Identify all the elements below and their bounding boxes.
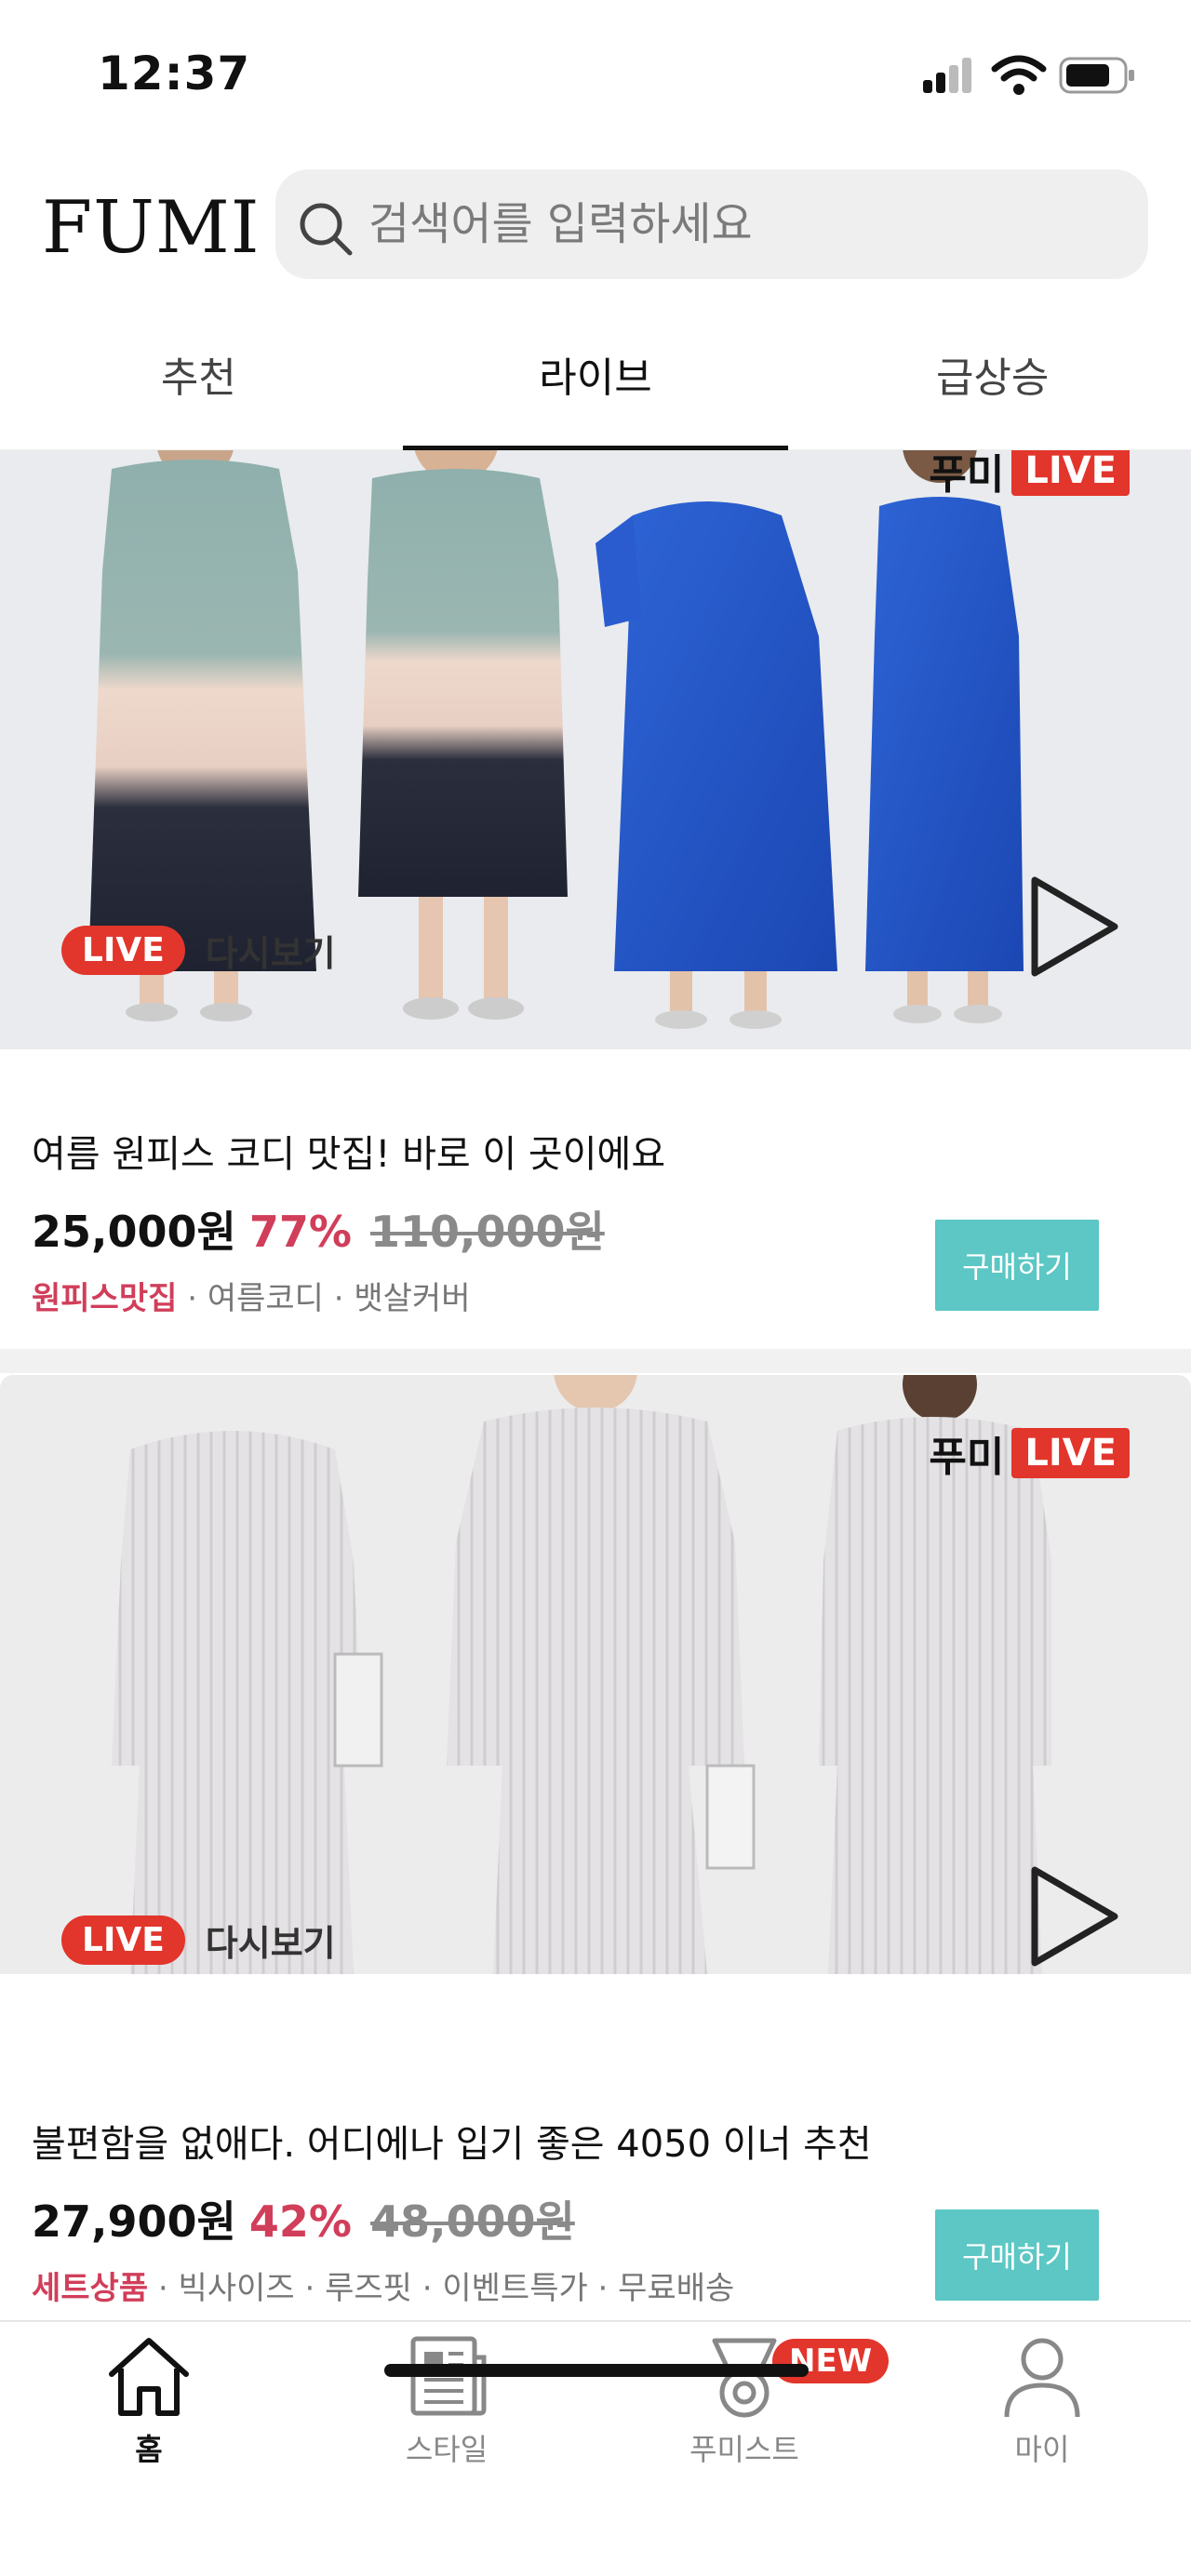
replay-text: 다시보기 xyxy=(205,933,336,974)
nav-label: 마이 xyxy=(1014,2432,1070,2467)
bottom-nav: 홈 스타일 푸미스트 NEW 마이 xyxy=(0,2320,1191,2576)
search-icon xyxy=(300,203,353,256)
wifi-icon xyxy=(991,55,1047,95)
replay-label: LIVE 다시보기 xyxy=(61,1915,336,1966)
search-input[interactable] xyxy=(368,169,1113,279)
live-thumbnail-pleated-set[interactable]: 푸미 LIVE LIVE 다시보기 xyxy=(0,1375,1191,1974)
sale-price: 27,900원 xyxy=(32,2196,236,2247)
nav-label: 스타일 xyxy=(405,2432,488,2467)
discount-rate: 77% xyxy=(248,1207,352,1257)
home-indicator xyxy=(384,2364,809,2377)
play-icon[interactable] xyxy=(1024,1861,1126,1972)
original-price: 110,000원 xyxy=(369,1207,605,1257)
tags-row: 원피스맛집 · 여름코디 · 뱃살커버 xyxy=(32,1273,471,1318)
buy-button[interactable]: 구매하기 xyxy=(935,1220,1099,1311)
replay-text: 다시보기 xyxy=(205,1923,336,1964)
price-row: 27,900원 42% 48,000원 xyxy=(32,2188,575,2249)
person-icon xyxy=(1004,2338,1080,2418)
fumi-logo[interactable]: FUMI xyxy=(42,186,261,270)
product-title[interactable]: 여름 원피스 코디 맛집! 바로 이 곳이에요 xyxy=(32,1124,665,1178)
live-thumbnail-dresses[interactable]: 푸미 LIVE LIVE 다시보기 xyxy=(0,450,1191,1049)
nav-my[interactable]: 마이 xyxy=(949,2331,1135,2480)
replay-live-pill: LIVE xyxy=(61,926,185,975)
tag-main: 원피스맛집 xyxy=(32,1280,178,1317)
product-card-2[interactable]: 불편함을 없애다. 어디에나 입기 좋은 4050 이너 추천 27,900원 4… xyxy=(0,2039,1191,2320)
tags-rest: · 여름코디 · 뱃살커버 xyxy=(177,1280,471,1317)
replay-live-pill: LIVE xyxy=(61,1915,185,1965)
cellular-signal-icon xyxy=(923,58,971,93)
tags-rest: · 빅사이즈 · 루즈핏 · 이벤트특가 · 무료배송 xyxy=(148,2270,735,2307)
tab-bar: 추천 라이브 급상승 xyxy=(0,326,1191,451)
status-bar: 12:37 xyxy=(0,0,1191,149)
fumi-live-brand: 푸미 xyxy=(929,451,1005,499)
nav-label: 푸미스트 xyxy=(689,2432,799,2467)
fumi-live-brand: 푸미 xyxy=(929,1434,1005,1481)
product-card-1[interactable]: 여름 원피스 코디 맛집! 바로 이 곳이에요 25,000원 77% 110,00… xyxy=(0,1049,1191,1349)
search-bar[interactable] xyxy=(275,169,1148,279)
battery-icon xyxy=(1059,57,1134,94)
status-time: 12:37 xyxy=(98,47,251,100)
product-title[interactable]: 불편함을 없애다. 어디에나 입기 좋은 4050 이너 추천 xyxy=(32,2114,872,2168)
replay-label: LIVE 다시보기 xyxy=(61,925,336,976)
play-icon[interactable] xyxy=(1024,871,1126,982)
tags-row: 세트상품 · 빅사이즈 · 루즈핏 · 이벤트특가 · 무료배송 xyxy=(32,2262,734,2308)
header: FUMI xyxy=(0,158,1191,288)
original-price: 48,000원 xyxy=(369,2196,575,2247)
nav-style[interactable]: 스타일 xyxy=(354,2331,540,2480)
sale-price: 25,000원 xyxy=(32,1207,236,1257)
section-divider xyxy=(0,1349,1191,1373)
buy-button[interactable]: 구매하기 xyxy=(935,2209,1099,2301)
live-pill: LIVE xyxy=(1011,450,1130,496)
nav-label: 홈 xyxy=(135,2432,163,2467)
discount-rate: 42% xyxy=(248,2196,352,2247)
nav-home[interactable]: 홈 xyxy=(56,2331,242,2480)
nav-fumist[interactable]: 푸미스트 NEW xyxy=(651,2331,890,2480)
fumi-live-badge: 푸미 LIVE xyxy=(929,450,1130,501)
tab-recommend[interactable]: 추천 xyxy=(0,326,397,449)
price-row: 25,000원 77% 110,000원 xyxy=(32,1198,605,1260)
live-pill: LIVE xyxy=(1011,1428,1130,1478)
tab-trending[interactable]: 급상승 xyxy=(794,326,1191,449)
tab-live[interactable]: 라이브 xyxy=(397,326,795,451)
tag-main: 세트상품 xyxy=(32,2270,149,2307)
home-icon xyxy=(109,2338,189,2416)
fumi-live-badge: 푸미 LIVE xyxy=(929,1423,1130,1483)
